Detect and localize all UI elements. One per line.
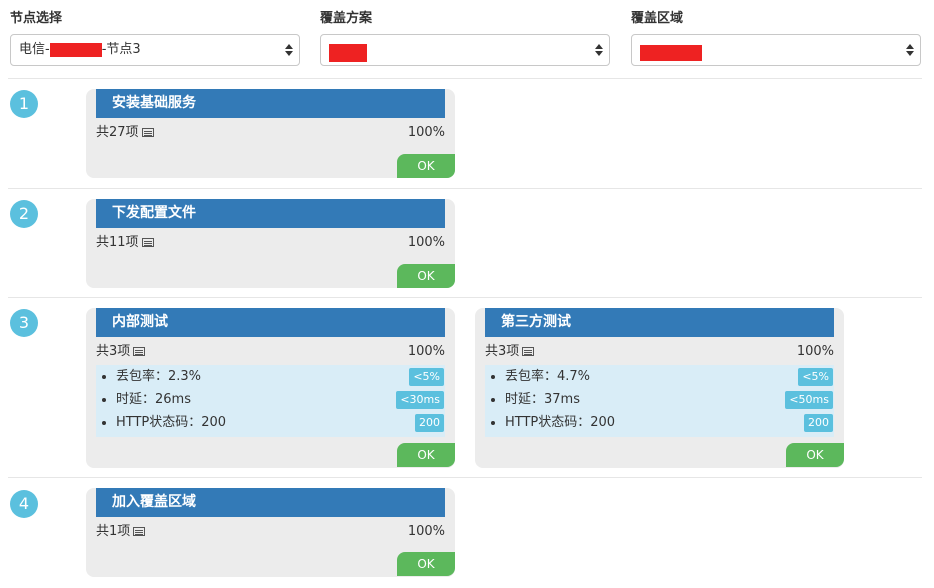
divider — [8, 477, 922, 478]
coverage-plan-value — [329, 35, 367, 65]
coverage-plan-label: 覆盖方案 — [320, 11, 373, 26]
step-number-3: 3 — [10, 309, 38, 337]
card-count-text: 共1项 — [96, 524, 131, 539]
bullet — [102, 397, 106, 402]
node-filter-label: 节点选择 — [10, 11, 63, 26]
coverage-area-select[interactable] — [631, 34, 921, 66]
card-count[interactable]: 共3项 — [96, 344, 146, 360]
up-down-arrows-icon — [285, 42, 293, 58]
metric-packet-loss: 丢包率：4.7% <5% — [485, 367, 834, 387]
threshold-badge: <30ms — [396, 391, 444, 409]
card-percent: 100% — [407, 125, 445, 140]
up-down-arrows-icon — [906, 42, 914, 58]
metric-value: 丢包率：2.3% — [116, 369, 202, 384]
metric-text: 时延：37ms — [491, 392, 580, 408]
step-card-join-coverage: 加入覆盖区域 共1项 100% OK — [86, 488, 455, 577]
metric-text: 丢包率：2.3% — [102, 369, 201, 385]
ok-status-button[interactable]: OK — [786, 443, 844, 467]
node-select-suffix: -节点3 — [101, 42, 141, 57]
up-down-arrows-icon — [595, 42, 603, 58]
node-filter: 节点选择 电信- -节点3 — [10, 10, 300, 66]
card-title: 下发配置文件 — [96, 199, 445, 228]
card-count-text: 共27项 — [96, 125, 139, 140]
divider — [8, 78, 922, 79]
metrics-list: 丢包率：2.3% <5% 时延：26ms <30ms HTTP状态码：200 2… — [96, 365, 445, 437]
metric-value: 时延：26ms — [116, 392, 191, 407]
node-select-prefix: 电信- — [19, 42, 50, 57]
metric-value: 丢包率：4.7% — [505, 369, 591, 384]
list-doc-icon — [133, 527, 146, 536]
ok-status-button[interactable]: OK — [397, 552, 455, 576]
step-number-4: 4 — [10, 490, 38, 518]
redaction-mark — [640, 45, 702, 61]
card-title: 加入覆盖区域 — [96, 488, 445, 517]
card-count[interactable]: 共27项 — [96, 125, 154, 141]
card-title: 第三方测试 — [485, 308, 834, 337]
metric-text: 时延：26ms — [102, 392, 191, 408]
metrics-list: 丢包率：4.7% <5% 时延：37ms <50ms HTTP状态码：200 2… — [485, 365, 834, 437]
card-percent: 100% — [407, 344, 445, 359]
step-card-install-services: 安装基础服务 共27项 100% OK — [86, 89, 455, 178]
metric-packet-loss: 丢包率：2.3% <5% — [96, 367, 445, 387]
card-count[interactable]: 共1项 — [96, 524, 146, 540]
step-card-deploy-config: 下发配置文件 共11项 100% OK — [86, 199, 455, 288]
metric-text: 丢包率：4.7% — [491, 369, 590, 385]
metric-value: HTTP状态码：200 — [116, 415, 227, 430]
ok-status-button[interactable]: OK — [397, 154, 455, 178]
card-title: 内部测试 — [96, 308, 445, 337]
threshold-badge: <50ms — [785, 391, 833, 409]
coverage-area-label: 覆盖区域 — [631, 11, 684, 26]
step-card-internal-test: 内部测试 共3项 100% 丢包率：2.3% <5% 时延：26ms <30ms… — [86, 308, 455, 468]
card-count-text: 共11项 — [96, 235, 139, 250]
coverage-area-value — [640, 35, 702, 65]
bullet — [102, 374, 106, 379]
card-count[interactable]: 共3项 — [485, 344, 535, 360]
list-doc-icon — [141, 128, 154, 137]
bullet — [491, 374, 495, 379]
step-number-2: 2 — [10, 200, 38, 228]
metric-latency: 时延：37ms <50ms — [485, 390, 834, 410]
card-count-text: 共3项 — [485, 344, 520, 359]
metric-value: HTTP状态码：200 — [505, 415, 616, 430]
threshold-badge: 200 — [804, 414, 833, 432]
card-count[interactable]: 共11项 — [96, 235, 154, 251]
list-doc-icon — [133, 347, 146, 356]
divider — [8, 188, 922, 189]
ok-status-button[interactable]: OK — [397, 264, 455, 288]
coverage-area-filter: 覆盖区域 — [631, 10, 921, 66]
coverage-plan-select[interactable] — [320, 34, 610, 66]
card-title: 安装基础服务 — [96, 89, 445, 118]
ok-status-button[interactable]: OK — [397, 443, 455, 467]
node-select-value: 电信- -节点3 — [19, 35, 141, 65]
metric-http-status: HTTP状态码：200 200 — [96, 413, 445, 433]
card-percent: 100% — [407, 524, 445, 539]
bullet — [491, 420, 495, 425]
redaction-mark — [49, 42, 102, 57]
card-count-text: 共3项 — [96, 344, 131, 359]
metric-text: HTTP状态码：200 — [491, 415, 615, 431]
metric-text: HTTP状态码：200 — [102, 415, 226, 431]
node-select[interactable]: 电信- -节点3 — [10, 34, 300, 66]
card-percent: 100% — [407, 235, 445, 250]
list-doc-icon — [141, 238, 154, 247]
filter-bar: 节点选择 电信- -节点3 覆盖方案 覆盖区域 — [0, 0, 934, 80]
metric-http-status: HTTP状态码：200 200 — [485, 413, 834, 433]
coverage-plan-filter: 覆盖方案 — [320, 10, 610, 66]
threshold-badge: <5% — [409, 368, 444, 386]
threshold-badge: 200 — [415, 414, 444, 432]
redaction-mark — [329, 43, 367, 62]
metric-value: 时延：37ms — [505, 392, 580, 407]
threshold-badge: <5% — [798, 368, 833, 386]
card-percent: 100% — [796, 344, 834, 359]
bullet — [102, 420, 106, 425]
metric-latency: 时延：26ms <30ms — [96, 390, 445, 410]
step-card-third-party-test: 第三方测试 共3项 100% 丢包率：4.7% <5% 时延：37ms <50m… — [475, 308, 844, 468]
list-doc-icon — [522, 347, 535, 356]
divider — [8, 297, 922, 298]
step-number-1: 1 — [10, 90, 38, 118]
bullet — [491, 397, 495, 402]
